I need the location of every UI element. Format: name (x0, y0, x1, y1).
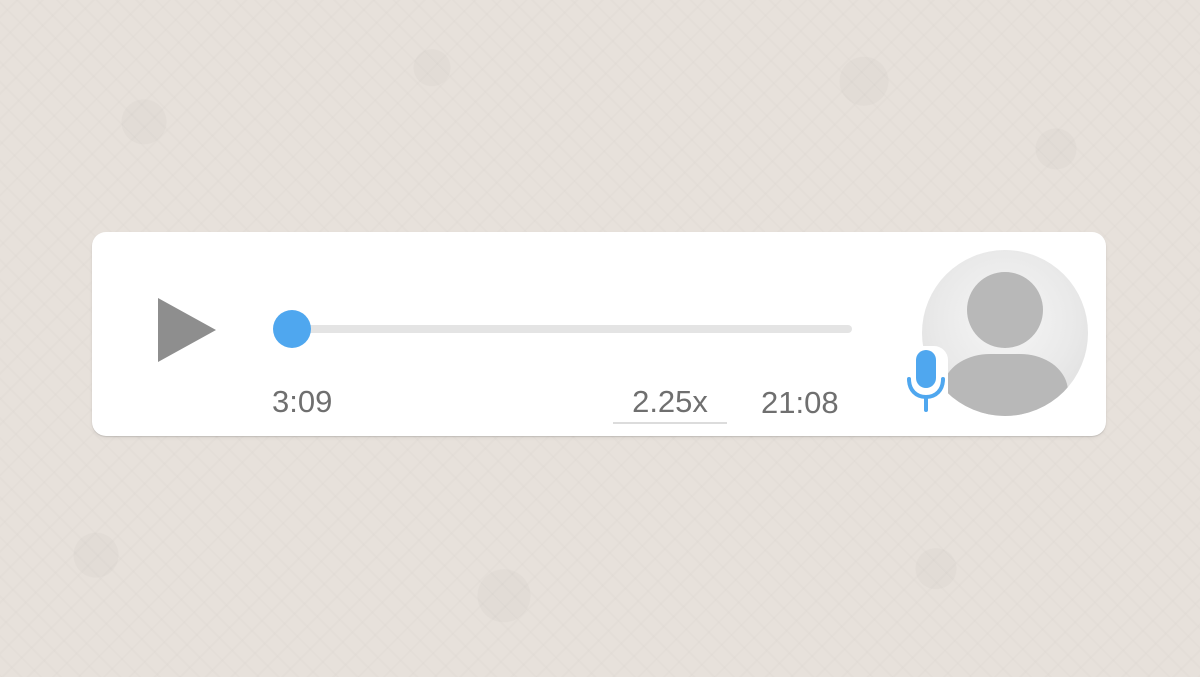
playback-speed-button[interactable]: 2.25x (613, 384, 727, 424)
play-icon (158, 298, 216, 362)
seek-bar-handle[interactable] (273, 310, 311, 348)
microphone-icon (904, 346, 948, 414)
total-duration: 21:08 (761, 385, 839, 420)
play-button[interactable] (158, 298, 216, 362)
seek-bar[interactable] (273, 310, 852, 348)
elapsed-time: 3:09 (272, 384, 333, 419)
